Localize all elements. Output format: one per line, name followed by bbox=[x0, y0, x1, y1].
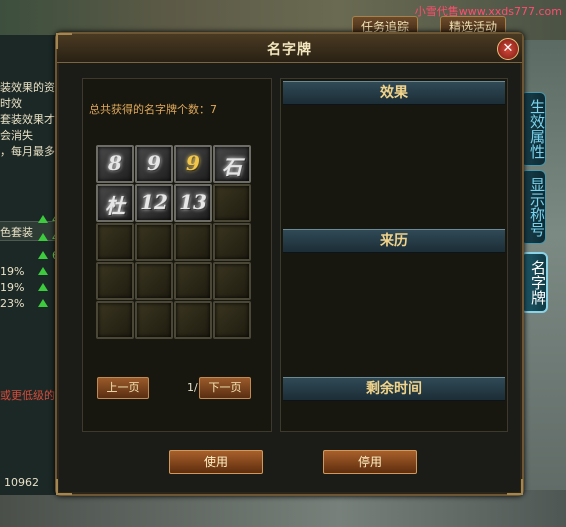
left-panel-line: 套装效果才 bbox=[0, 113, 55, 126]
tab-name-card[interactable]: 名字牌 bbox=[520, 252, 548, 313]
empty-slot[interactable] bbox=[96, 223, 134, 261]
empty-slot[interactable] bbox=[135, 301, 173, 339]
empty-slot[interactable] bbox=[174, 223, 212, 261]
set-label: 色套装 bbox=[0, 226, 33, 239]
left-panel-line: 装效果的资 bbox=[0, 81, 55, 94]
origin-header: 来历 bbox=[283, 229, 505, 253]
empty-slot[interactable] bbox=[96, 301, 134, 339]
name-card-slot[interactable]: 石 bbox=[213, 145, 251, 183]
empty-slot[interactable] bbox=[135, 223, 173, 261]
corner-ornament bbox=[507, 479, 523, 495]
empty-slot[interactable] bbox=[135, 262, 173, 300]
left-panel-line: ，每月最多 bbox=[0, 145, 55, 158]
name-card-collection-panel: 总共获得的名字牌个数：7 8 9 9 石 杜 12 13 上一页 1/1 下一页 bbox=[82, 78, 272, 432]
left-panel-warning: 或更低级的 bbox=[0, 389, 55, 402]
empty-slot[interactable] bbox=[213, 223, 251, 261]
stat-value: 23% bbox=[0, 297, 25, 310]
name-card-slot[interactable]: 9 bbox=[135, 145, 173, 183]
prev-page-button[interactable]: 上一页 bbox=[97, 377, 149, 399]
stat-up-arrow-icon bbox=[38, 299, 48, 307]
total-count-label: 总共获得的名字牌个数：7 bbox=[89, 103, 217, 116]
name-card-glyph: 石 bbox=[222, 155, 242, 179]
corner-ornament bbox=[56, 479, 72, 495]
stop-button[interactable]: 停用 bbox=[323, 450, 417, 474]
empty-slot[interactable] bbox=[213, 184, 251, 222]
effect-header: 效果 bbox=[283, 81, 505, 105]
stat-value: 19% bbox=[0, 281, 25, 294]
name-card-detail-panel: 效果 来历 剩余时间 bbox=[280, 78, 508, 432]
name-card-slot[interactable]: 12 bbox=[135, 184, 173, 222]
dialog-title: 名字牌 bbox=[267, 42, 312, 58]
name-card-slot[interactable]: 8 bbox=[96, 145, 134, 183]
left-panel-line: 时效 bbox=[0, 97, 22, 110]
name-card-glyph: 杜 bbox=[105, 194, 125, 218]
stat-up-arrow-icon bbox=[38, 251, 48, 259]
name-card-slot[interactable]: 9 bbox=[174, 145, 212, 183]
stat-up-arrow-icon bbox=[38, 283, 48, 291]
empty-slot[interactable] bbox=[174, 262, 212, 300]
name-card-glyph: 9 bbox=[186, 151, 200, 175]
name-card-glyph: 8 bbox=[108, 151, 122, 175]
remaining-time-header: 剩余时间 bbox=[283, 377, 505, 401]
left-panel-line: 会消失 bbox=[0, 129, 33, 142]
name-card-glyph: 12 bbox=[140, 190, 168, 214]
empty-slot[interactable] bbox=[213, 301, 251, 339]
use-button[interactable]: 使用 bbox=[169, 450, 263, 474]
name-card-slot[interactable]: 杜 bbox=[96, 184, 134, 222]
name-card-glyph: 13 bbox=[179, 190, 207, 214]
close-icon[interactable]: ✕ bbox=[497, 38, 519, 60]
empty-slot[interactable] bbox=[174, 301, 212, 339]
stat-up-arrow-icon bbox=[38, 233, 48, 241]
stat-up-arrow-icon bbox=[38, 267, 48, 275]
stat-value: 19% bbox=[0, 265, 25, 278]
corner-ornament bbox=[56, 33, 72, 49]
bottom-stat-value: 10962 bbox=[4, 476, 39, 489]
empty-slot[interactable] bbox=[213, 262, 251, 300]
name-card-slot[interactable]: 13 bbox=[174, 184, 212, 222]
empty-slot[interactable] bbox=[96, 262, 134, 300]
next-page-button[interactable]: 下一页 bbox=[199, 377, 251, 399]
stat-up-arrow-icon bbox=[38, 215, 48, 223]
name-card-dialog: 名字牌 ✕ 总共获得的名字牌个数：7 8 9 9 石 杜 12 13 上一页 1… bbox=[55, 32, 524, 496]
name-card-glyph: 9 bbox=[147, 151, 161, 175]
